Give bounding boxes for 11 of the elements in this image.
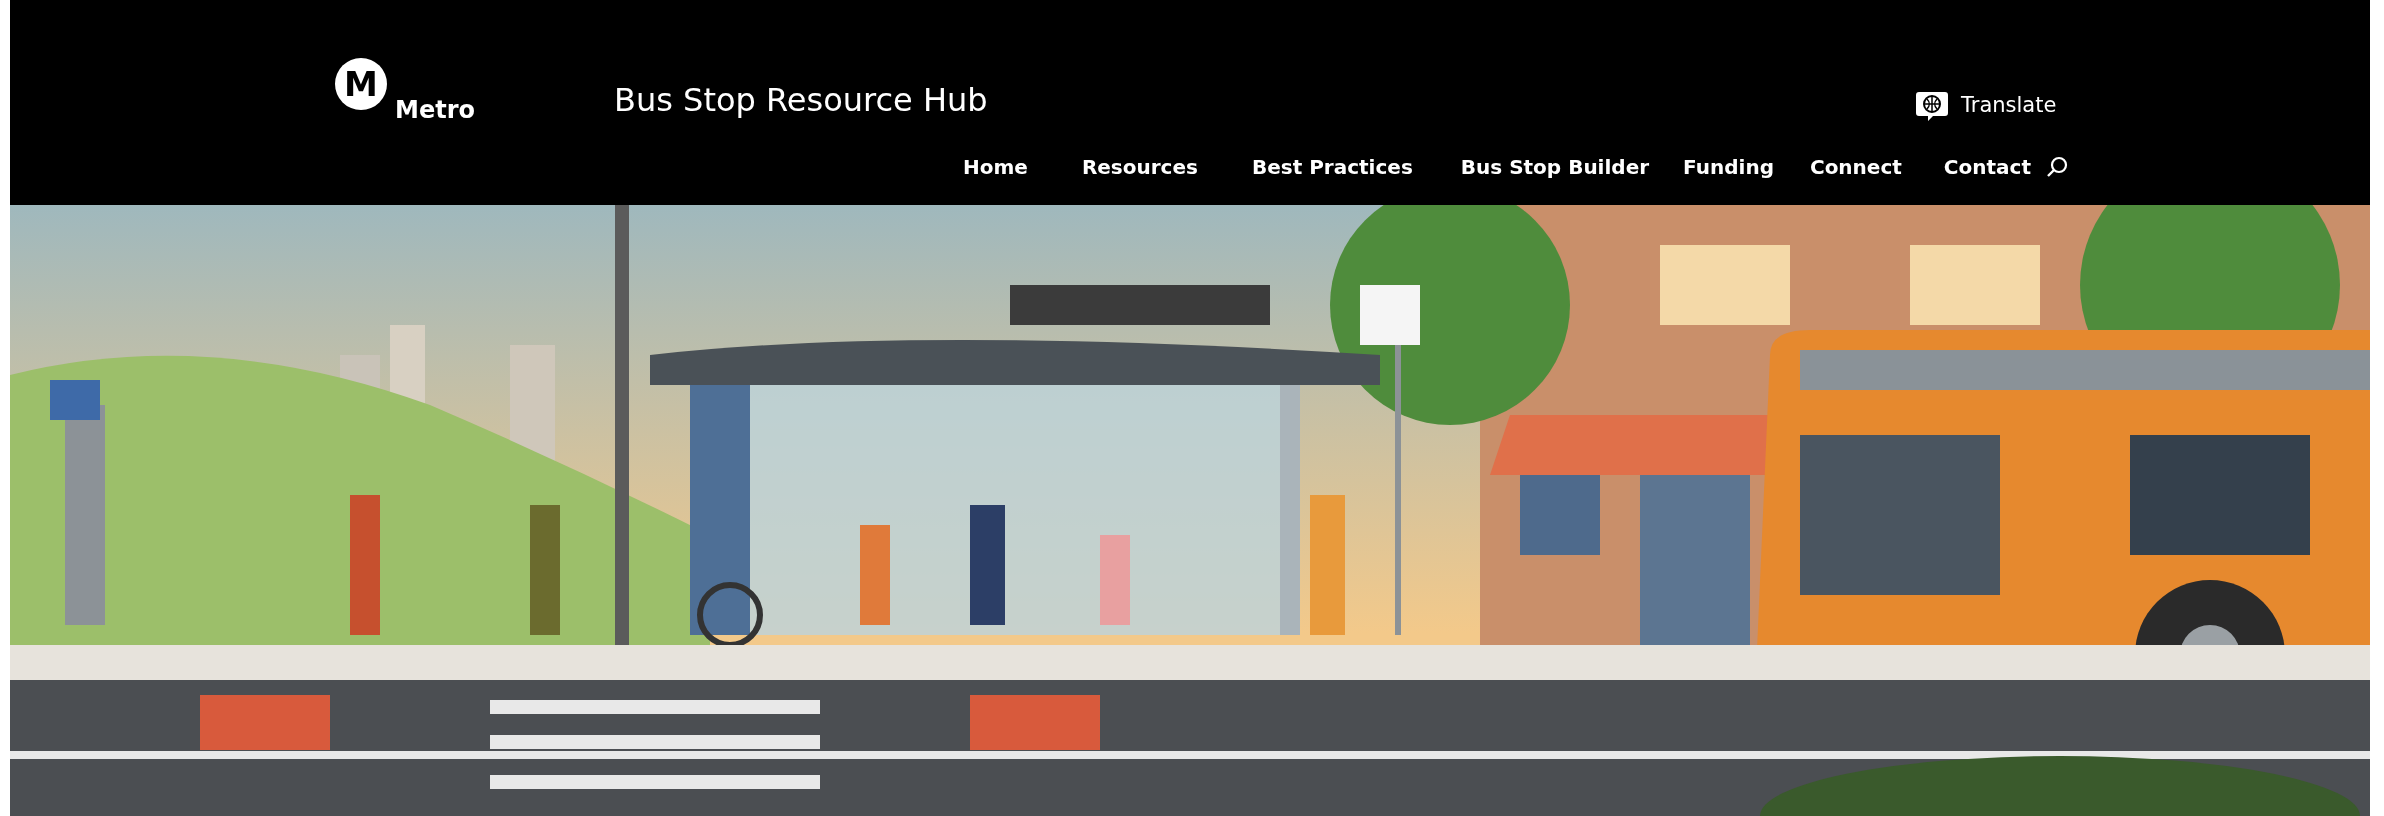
translate-link[interactable]: Translate [1915,90,2057,122]
nav-link[interactable]: Contact [1943,152,2031,182]
nav-link[interactable]: Bus Stop Builder [1460,152,1650,182]
nav-link[interactable]: Connect [1809,152,1902,182]
metro-logo[interactable]: M Metro [335,58,475,124]
nav-link[interactable]: Home [963,152,1028,182]
nav-link[interactable]: Best Practices [1251,152,1413,182]
site-title: Bus Stop Resource Hub [614,84,988,116]
nav-link[interactable]: Funding [1683,152,1774,182]
globe-speech-icon [1915,90,1949,122]
nav-link[interactable]: Resources [1081,152,1198,182]
